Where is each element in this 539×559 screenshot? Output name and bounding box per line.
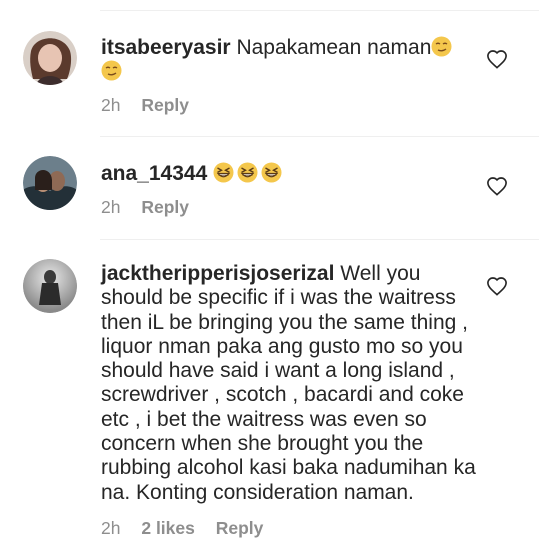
avatar[interactable] <box>23 259 77 313</box>
divider <box>100 136 539 137</box>
comments-screen: itsabeeryasir Napakamean naman 2h Reply <box>0 0 539 559</box>
grinning-squinting-emoji-icon <box>213 162 234 183</box>
comment-meta: 2h Reply <box>101 95 205 116</box>
comment-time: 2h <box>101 518 121 538</box>
comment-text: Napakamean naman <box>236 36 432 59</box>
comment-body: ana_14344 <box>101 162 479 186</box>
heart-outline-icon[interactable] <box>486 276 508 296</box>
divider <box>100 239 539 240</box>
comment-body: jacktheripperisjoserizal Well you should… <box>101 262 487 505</box>
heart-outline-icon[interactable] <box>486 176 508 196</box>
comment-body: itsabeeryasir Napakamean naman <box>101 36 479 85</box>
avatar[interactable] <box>23 156 77 210</box>
comment-username[interactable]: jacktheripperisjoserizal <box>101 262 334 285</box>
reply-button[interactable]: Reply <box>216 518 264 539</box>
grinning-squinting-emoji-icon <box>237 162 258 183</box>
comment-username[interactable]: itsabeeryasir <box>101 36 231 59</box>
smirk-emoji-icon <box>431 36 452 57</box>
grinning-squinting-emoji-icon <box>261 162 282 183</box>
comment-text: Well you should be specific if i was the… <box>101 262 476 504</box>
comment-username[interactable]: ana_14344 <box>101 162 207 185</box>
likes-count[interactable]: 2 likes <box>141 518 195 539</box>
reply-button[interactable]: Reply <box>141 197 189 218</box>
avatar[interactable] <box>23 31 77 85</box>
comment-meta: 2h Reply <box>101 197 205 218</box>
divider <box>100 10 539 11</box>
reply-button[interactable]: Reply <box>141 95 189 116</box>
heart-outline-icon[interactable] <box>486 49 508 69</box>
comment-meta: 2h 2 likes Reply <box>101 518 279 539</box>
comment-time: 2h <box>101 95 121 115</box>
smirk-emoji-icon <box>101 60 122 81</box>
comment-time: 2h <box>101 197 121 217</box>
